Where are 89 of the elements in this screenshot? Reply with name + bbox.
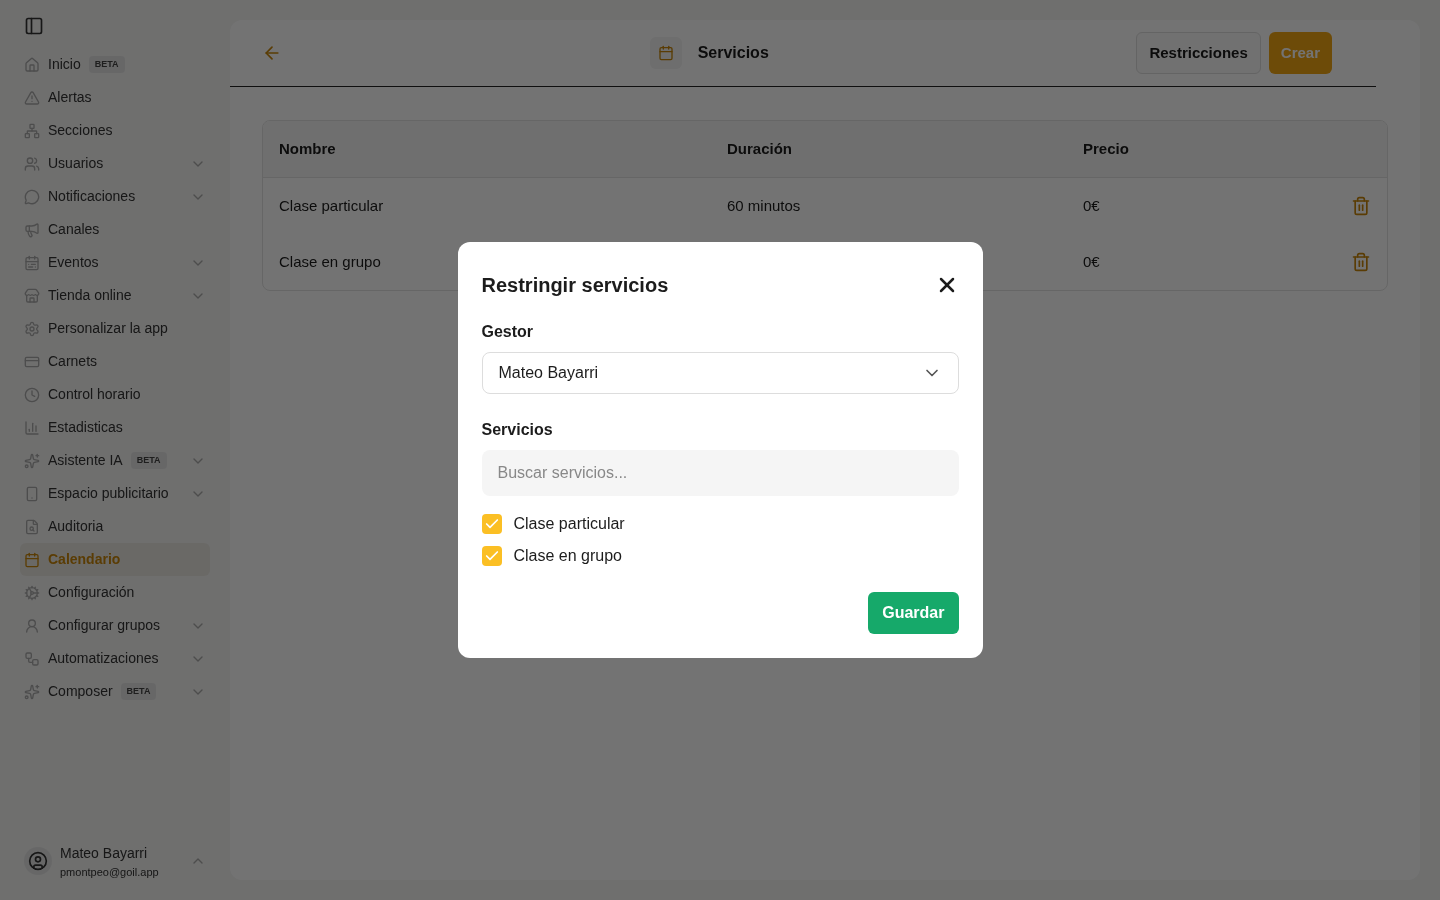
sidebar-label: Secciones: [48, 121, 113, 140]
sidebar-item[interactable]: Calendario: [20, 543, 210, 576]
sidebar-item[interactable]: Control horario: [20, 378, 210, 411]
sparkle-icon: [24, 683, 40, 700]
sidebar-item[interactable]: Secciones: [20, 114, 210, 147]
sidebar-label: Configurar grupos: [48, 616, 161, 635]
sidebar-item[interactable]: Automatizaciones: [20, 642, 210, 675]
trash-icon[interactable]: [1351, 196, 1371, 216]
table-cell-text: 0€: [1083, 251, 1100, 272]
column-header: Precio: [1083, 138, 1130, 159]
trash-icon[interactable]: [1351, 252, 1371, 272]
sidebar-label: Espacio publicitario: [48, 484, 169, 503]
chat-icon: [24, 188, 40, 205]
sidebar-label: Notificaciones: [48, 187, 136, 206]
sidebar-label: Inicio: [48, 55, 81, 74]
calendar-icon: [24, 254, 40, 271]
user-name: Mateo Bayarri: [60, 843, 149, 863]
sidebar-item[interactable]: Configuración: [20, 576, 210, 609]
sidebar-toggle-icon[interactable]: [24, 16, 44, 36]
sidebar-label: Carnets: [48, 352, 98, 371]
restrictions-button[interactable]: Restricciones: [1136, 32, 1261, 74]
sidebar-label: Personalizar la app: [48, 319, 168, 338]
sidebar-item[interactable]: Inicio BETA: [20, 48, 210, 81]
table-cell-text: 0€: [1083, 195, 1100, 216]
sidebar-item[interactable]: Canales: [20, 213, 210, 246]
sidebar-item[interactable]: Estadisticas: [20, 411, 210, 444]
house-icon: [24, 56, 40, 73]
sparkle-icon: [24, 452, 40, 469]
avatar-icon: [24, 847, 52, 876]
sidebar-item[interactable]: Carnets: [20, 345, 210, 378]
sidebar-item[interactable]: Eventos: [20, 246, 210, 279]
megaphone-icon: [24, 221, 40, 238]
table-cell-text: 60 minutos: [727, 195, 801, 216]
network-icon: [24, 122, 40, 139]
gestor-select[interactable]: Mateo Bayarri: [481, 352, 959, 394]
sidebar-label: Automatizaciones: [48, 649, 159, 668]
search-field[interactable]: Buscar servicios...: [481, 450, 959, 496]
document-search-icon: [24, 518, 40, 535]
beta-badge: BETA: [120, 682, 157, 701]
sidebar-label: Tienda online: [48, 286, 132, 305]
sidebar-label: Canales: [48, 220, 100, 239]
gear-icon: [24, 584, 40, 601]
sidebar-label: Alertas: [48, 88, 92, 107]
sidebar-item[interactable]: Personalizar la app: [20, 312, 210, 345]
sidebar-item[interactable]: Usuarios: [20, 147, 210, 180]
page-title: Servicios: [697, 43, 769, 63]
sidebar-item[interactable]: Tienda online: [20, 279, 210, 312]
table-cell-text: Clase particular: [279, 195, 384, 216]
users-icon: [24, 155, 40, 172]
clock-icon: [24, 386, 40, 403]
phone-icon: [24, 485, 40, 502]
calendar-icon: [649, 37, 682, 69]
sidebar-label: Auditoria: [48, 517, 104, 536]
sidebar-label: Asistente IA: [48, 451, 123, 470]
sidebar-label: Eventos: [48, 253, 99, 272]
sidebar-label: Configuración: [48, 583, 135, 602]
checkbox[interactable]: [481, 514, 502, 534]
table-cell-text: Clase en grupo: [279, 251, 381, 272]
option-label: Clase particular: [513, 514, 625, 534]
sidebar-item[interactable]: Composer BETA: [20, 675, 210, 708]
sidebar-label: Calendario: [48, 550, 121, 569]
gestor-label: Gestor: [481, 322, 535, 342]
sidebar-item[interactable]: Espacio publicitario: [20, 477, 210, 510]
warning-icon: [24, 89, 40, 106]
sidebar-item[interactable]: Alertas: [20, 81, 210, 114]
user-icon: [24, 617, 40, 634]
store-icon: [24, 287, 40, 304]
gear-icon: [24, 320, 40, 337]
servicios-label: Servicios: [481, 420, 554, 440]
sidebar-label: Estadisticas: [48, 418, 123, 437]
option-label: Clase en grupo: [513, 546, 622, 566]
beta-badge: BETA: [130, 451, 167, 470]
sidebar-item[interactable]: Asistente IA BETA: [20, 444, 210, 477]
sidebar-item[interactable]: Notificaciones: [20, 180, 210, 213]
workflow-icon: [24, 650, 40, 667]
sidebar-label: Control horario: [48, 385, 141, 404]
beta-badge: BETA: [88, 55, 125, 74]
sidebar-item[interactable]: Configurar grupos: [20, 609, 210, 642]
sidebar-label: Usuarios: [48, 154, 104, 173]
save-button[interactable]: Guardar: [868, 592, 959, 634]
column-header: Nombre: [279, 138, 337, 159]
chart-icon: [24, 419, 40, 436]
sidebar-label: Composer: [48, 682, 113, 701]
dialog-title: Restringir servicios: [481, 273, 669, 298]
column-header: Duración: [727, 138, 793, 159]
checkbox[interactable]: [481, 546, 502, 566]
user-email: pmontpeo@goil.app: [60, 864, 160, 880]
calendar-icon: [24, 551, 40, 568]
sidebar-item[interactable]: Auditoria: [20, 510, 210, 543]
